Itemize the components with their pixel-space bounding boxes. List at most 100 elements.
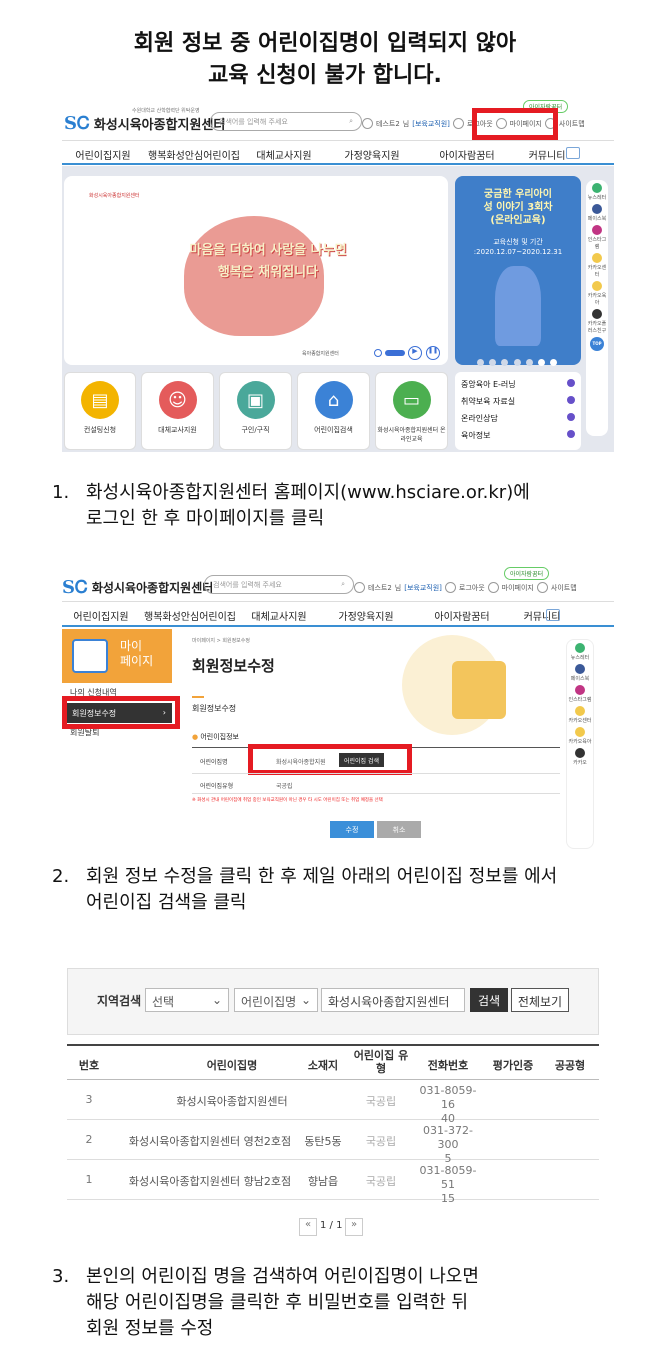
kakao-center-link[interactable]: 카카오센터 <box>567 706 593 724</box>
right-quick-bar: 뉴스레터 페이스북 인스타그램 카카오센터 카카오육아 카카오플러스친구 TOP <box>586 180 608 436</box>
quick-daycare-search[interactable]: ⌂ 어린이집검색 <box>297 372 370 450</box>
search-input[interactable]: 검색어를 입력해 주세요 ⌕ <box>210 112 362 131</box>
top-button[interactable]: TOP <box>586 337 608 351</box>
newsletter-link[interactable]: 뉴스레터 <box>567 643 593 661</box>
region-select[interactable]: 선택 ⌄ <box>145 988 229 1012</box>
type-select[interactable]: 어린이집명 ⌄ <box>234 988 318 1012</box>
sitemap-link[interactable]: 사이트맵 <box>551 583 577 593</box>
next-page-icon[interactable]: » <box>345 1218 363 1236</box>
side-link-2[interactable]: 취약보육 자료실 <box>455 393 581 410</box>
instagram-link[interactable]: 인스타그램 <box>567 685 593 703</box>
logout-icon[interactable] <box>452 118 464 129</box>
kakao-plus-link[interactable]: 카카오 <box>567 748 593 766</box>
daycare-name-link[interactable]: 화성시육아종합지원센터 영천2호점 <box>105 1133 315 1149</box>
nav-item-6[interactable]: 커뮤니티 <box>510 602 574 625</box>
pause-icon[interactable]: ❚❚ <box>426 346 440 360</box>
side-link-1[interactable]: 중앙육아 E-러닝 <box>455 376 581 393</box>
side-link-4[interactable]: 육아정보 <box>455 427 581 444</box>
logout-link[interactable]: 로그아웃 <box>459 583 485 593</box>
menu-icon[interactable] <box>546 609 560 621</box>
nav-item-3[interactable]: 대체교사지원 <box>240 602 318 625</box>
cancel-button[interactable]: 취소 <box>377 821 421 838</box>
kakao-parenting-link[interactable]: 카카오육아 <box>586 281 608 306</box>
logo-name: 화성시육아종합지원센터 <box>91 580 214 595</box>
step-2-number: 2. <box>52 866 70 887</box>
kakao-center-link[interactable]: 카카오센터 <box>586 253 608 278</box>
search-input[interactable]: 검색어를 입력해 주세요 ⌕ <box>204 575 354 594</box>
breadcrumb: 마이페이지 > 회원정보수정 <box>192 638 250 644</box>
logout-icon[interactable] <box>444 582 456 593</box>
promo-text-2: 성 이야기 3회차 <box>483 202 553 213</box>
daycare-name-link[interactable]: 화성시육아종합지원센터 향남2호점 <box>105 1173 315 1189</box>
view-all-button[interactable]: 전체보기 <box>511 988 569 1012</box>
nav-item-5[interactable]: 아이자람꿈터 <box>414 602 510 625</box>
step-2-line-1: 회원 정보 수정을 클릭 한 후 제일 아래의 어린이집 정보를 에서 <box>86 866 558 887</box>
kakao-plus-icon <box>575 748 585 758</box>
header-certification: 평가인증 <box>492 1059 534 1072</box>
user-suffix: 님 <box>402 119 410 128</box>
site-logo[interactable]: ЅᏟ 화성시육아종합지원센터 <box>64 108 225 138</box>
mypage-icon[interactable] <box>487 582 499 593</box>
daycare-type-value: 국공립 <box>276 783 293 790</box>
nav-item-1[interactable]: 어린이집지원 <box>62 602 140 625</box>
sitemap-link[interactable]: 사이트맵 <box>559 119 585 129</box>
play-icon[interactable]: ▶ <box>408 346 422 360</box>
header-type: 어린이집 유형 <box>353 1049 409 1075</box>
nav-item-4[interactable]: 가정양육지원 <box>324 141 420 163</box>
user-role: [보육교직원] <box>412 119 450 128</box>
facebook-link[interactable]: 페이스북 <box>567 664 593 682</box>
nav-item-5[interactable]: 아이자람꿈터 <box>420 141 514 163</box>
main-banner[interactable]: 화성시육아종합지원센터 마음을 더하여 사랑을 나누면 행복은 채워집니다 육아… <box>64 176 448 365</box>
daycare-name-link[interactable]: 화성시육아종합지원센터 <box>127 1093 337 1109</box>
promo-text-1: 궁금한 우리아이 <box>484 189 552 200</box>
site-logo[interactable]: ЅᏟ 화성시육아종합지원센터 <box>62 572 213 602</box>
nav-item-2[interactable]: 행복화성안심어린이집 <box>144 141 244 163</box>
quick-jobs[interactable]: ▣ 구인/구직 <box>219 372 292 450</box>
search-icon[interactable]: ⌕ <box>341 580 345 589</box>
page-title: 회원정보수정 <box>192 657 275 675</box>
step-1-line-1: 화성시육아종합지원센터 홈페이지(www.hsciare.or.kr)에 <box>86 482 530 503</box>
newsletter-link[interactable]: 뉴스레터 <box>586 183 608 201</box>
table-row[interactable]: 2 화성시육아종합지원센터 영천2호점 동탄5동 국공립 031-372-300… <box>67 1121 599 1165</box>
user-name: 테스트2 <box>376 119 400 128</box>
search-button[interactable]: 검색 <box>470 988 508 1012</box>
nav-item-1[interactable]: 어린이집지원 <box>62 141 144 163</box>
quick-consulting[interactable]: ▤ 컨설팅신청 <box>64 372 136 450</box>
prev-page-icon[interactable]: « <box>299 1218 317 1236</box>
nav-item-4[interactable]: 가정양육지원 <box>318 602 414 625</box>
keyword-input[interactable]: 화성시육아종합지원센터 <box>321 988 465 1012</box>
banner-footer: 육아종합지원센터 <box>302 351 339 357</box>
search-icon[interactable]: ⌕ <box>349 117 353 126</box>
menu-icon[interactable] <box>566 147 580 159</box>
top-tag[interactable]: 아이자람꿈터 <box>504 567 550 580</box>
nav-item-2[interactable]: 행복화성안심어린이집 <box>140 602 240 625</box>
kakao-parenting-link[interactable]: 카카오육아 <box>567 727 593 745</box>
title-accent <box>192 696 204 698</box>
sitemap-icon[interactable] <box>536 582 548 593</box>
submit-button[interactable]: 수정 <box>330 821 374 838</box>
mypage-highlight <box>472 108 558 140</box>
kakao-plus-icon <box>592 309 602 319</box>
kakao-icon <box>592 281 602 291</box>
table-row[interactable]: 3 화성시육아종합지원센터 국공립 031-8059-16 40 <box>67 1081 599 1125</box>
facebook-link[interactable]: 페이스북 <box>586 204 608 222</box>
instagram-link[interactable]: 인스타그램 <box>586 225 608 250</box>
subsection-title: ● 어린이집정보 <box>192 733 239 741</box>
side-link-3[interactable]: 온라인상담 <box>455 410 581 427</box>
table-row[interactable]: 1 화성시육아종합지원센터 향남2호점 향남읍 국공립 031-8059-51 1… <box>67 1161 599 1205</box>
mypage-link[interactable]: 마이페이지 <box>502 583 534 593</box>
quick-online-edu[interactable]: ▭ 화성시육아종합지원센터 온라인교육 <box>375 372 448 450</box>
header-phone: 전화번호 <box>427 1059 469 1072</box>
nav-item-3[interactable]: 대체교사지원 <box>244 141 324 163</box>
step-1: 1. 화성시육아종합지원센터 홈페이지(www.hsciare.or.kr)에 로… <box>52 480 530 532</box>
promo-controls[interactable] <box>467 351 567 366</box>
promo-banner[interactable]: 궁금한 우리아이 성 이야기 3회차 (온라인교육) 교육신청 및 기간 :20… <box>455 176 581 366</box>
newsletter-icon <box>575 643 585 653</box>
banner-controls[interactable]: ▶ ❚❚ <box>374 346 444 360</box>
daycare-search-screenshot: 지역검색 선택 ⌄ 어린이집명 ⌄ 화성시육아종합지원센터 검색 전체보기 번호 어… <box>67 968 599 1240</box>
arrow-icon <box>567 413 575 421</box>
main-nav: 어린이집지원 행복화성안심어린이집 대체교사지원 가정양육지원 아이자람꿈터 커… <box>62 140 614 165</box>
edit-profile-highlight <box>62 696 180 729</box>
quick-substitute[interactable]: ☺ 대체교사지원 <box>141 372 214 450</box>
kakao-plus-link[interactable]: 카카오플러스친구 <box>586 309 608 334</box>
